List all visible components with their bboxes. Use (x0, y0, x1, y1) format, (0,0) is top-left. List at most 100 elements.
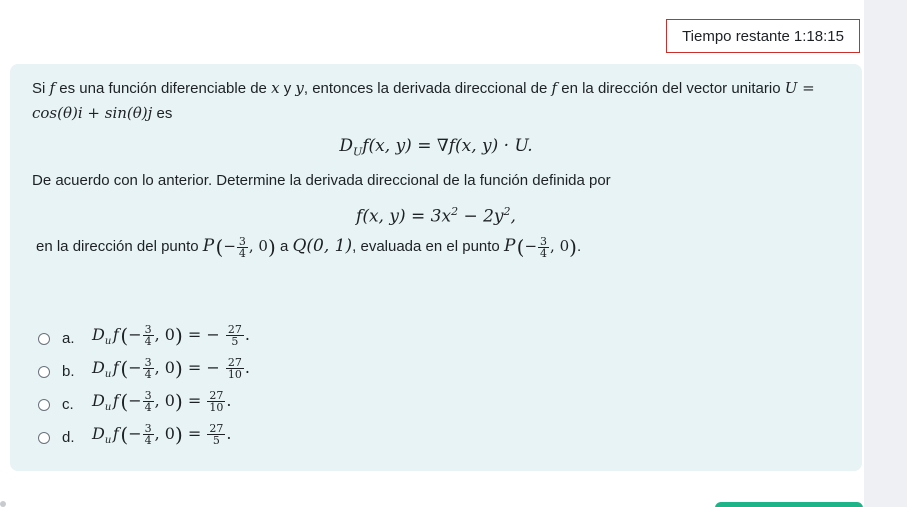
opt-f: f (112, 324, 119, 344)
option-letter: a. (62, 329, 75, 347)
quiz-page: Tiempo restante 1:18:15 Si f es una func… (0, 0, 907, 507)
symbol-y: y (295, 79, 304, 97)
opt-point-frac: 34 (142, 355, 154, 381)
option-expression: Du f (− 3 4, 0) = − 27 5. (92, 323, 250, 354)
opt-D: D (92, 357, 105, 377)
point-p-2: P (503, 236, 516, 256)
option-expression: Du f (− 3 4, 0) = 27 5. (92, 422, 231, 453)
opt-D: D (92, 423, 105, 443)
opt-pf-num: 3 (144, 322, 152, 336)
opt-sign: = (187, 423, 202, 443)
opt-val-den: 10 (225, 367, 244, 381)
opt-val-num: 27 (209, 421, 224, 435)
opt-val-den: 5 (225, 334, 244, 347)
opt-D: D (92, 390, 105, 410)
opt-minus: − (128, 357, 142, 377)
fraction-3-4-b: 34 (538, 234, 550, 259)
option-a[interactable]: a. Du f (− 3 4, 0) = − 27 5. (38, 322, 250, 355)
opt-pf-den: 4 (142, 334, 154, 348)
radio-button-a[interactable] (38, 332, 50, 345)
opt-pf-den: 4 (142, 433, 154, 447)
intro-text-5: es (152, 105, 173, 122)
function-mid: − 2y (458, 206, 504, 227)
radio-button-c[interactable] (38, 398, 50, 411)
direction-text-2: a (275, 238, 293, 255)
next-page-button[interactable] (715, 502, 863, 507)
opt-value-frac: 27 5 (225, 322, 244, 347)
direction-text-1: en la dirección del punto (36, 238, 203, 255)
function-end: , (510, 206, 516, 227)
intro-conj: y (279, 80, 296, 97)
opt-comma-zero: , 0 (154, 324, 175, 344)
opt-f: f (112, 423, 119, 443)
option-d[interactable]: d. Du f (− 3 4, 0) = 27 5. (38, 421, 250, 454)
opt-sub: u (104, 336, 112, 348)
opt-minus: − (128, 423, 142, 443)
option-c[interactable]: c. Du f (− 3 4, 0) = 27 10. (38, 388, 250, 421)
opt-period: . (244, 357, 250, 377)
intro-text-3: , entonces la derivada direccional de (303, 80, 552, 97)
opt-value-frac: 27 10 (225, 355, 244, 381)
opt-minus: − (128, 324, 142, 344)
opt-comma-zero: , 0 (154, 357, 175, 377)
point-p: P (202, 236, 215, 256)
opt-val-den: 10 (207, 400, 226, 414)
opt-comma-zero: , 0 (154, 390, 175, 410)
opt-val-num: 27 (209, 388, 224, 402)
formula-rest: f(x, y) = ∇f(x, y) · U. (362, 136, 533, 156)
exp-y: 2 (503, 205, 511, 218)
symbol-x: x (271, 79, 280, 97)
minus-sign: − (223, 237, 236, 255)
time-remaining-box: Tiempo restante 1:18:15 (666, 19, 860, 53)
radio-button-d[interactable] (38, 431, 50, 444)
opt-sign: = (187, 390, 202, 410)
opt-D: D (92, 324, 105, 344)
option-letter: c. (62, 395, 74, 413)
scrollbar-handle[interactable] (0, 501, 6, 507)
opt-val-den: 5 (207, 433, 226, 446)
opt-pf-num: 3 (144, 421, 152, 435)
radio-button-b[interactable] (38, 365, 50, 378)
opt-sign: = − (187, 357, 220, 377)
opt-value-frac: 27 5 (207, 421, 226, 446)
opt-pf-num: 3 (144, 388, 152, 402)
fraction-num-b: 3 (540, 234, 548, 248)
comma-zero: , 0 (248, 237, 268, 255)
option-expression: Du f (− 3 4, 0) = − 27 10. (92, 356, 250, 387)
opt-paren-close: ) (174, 389, 183, 414)
question-card: Si f es una función diferenciable de x y… (10, 64, 862, 471)
function-definition: f(x, y) = 3x2 − 2y2, (10, 200, 862, 229)
opt-val-num: 27 (227, 355, 242, 369)
minus-sign-2: − (524, 237, 538, 255)
right-drawer-strip (864, 0, 907, 507)
timer-value: 1:18:15 (793, 27, 844, 45)
opt-paren-close: ) (174, 323, 183, 348)
opt-sub: u (104, 402, 112, 414)
timer-label: Tiempo restante (682, 27, 790, 45)
opt-point-frac: 34 (142, 322, 154, 348)
intro-text-2: es una función diferenciable de (55, 80, 272, 97)
opt-sign: = − (187, 324, 220, 344)
fraction-3-4: 34 (236, 236, 248, 259)
option-b[interactable]: b. Du f (− 3 4, 0) = − 27 10. (38, 355, 250, 388)
intro-text-1: Si (32, 80, 50, 97)
exp-x: 2 (451, 205, 459, 218)
opt-minus: − (128, 390, 142, 410)
point-q: Q(0, 1) (292, 236, 353, 256)
opt-val-num: 27 (227, 322, 242, 336)
paren-close-2: ) (569, 235, 577, 260)
paren-close: ) (267, 235, 276, 260)
opt-f: f (112, 390, 119, 410)
function-lhs: f(x, y) = 3x (356, 206, 452, 227)
opt-paren-close: ) (174, 422, 183, 447)
option-expression: Du f (− 3 4, 0) = 27 10. (92, 389, 231, 420)
opt-pf-num: 3 (144, 355, 152, 369)
question-direction: en la dirección del punto P (− 3 4, 0) a Q… (36, 234, 836, 259)
option-letter: d. (62, 428, 75, 446)
question-instruction: De acuerdo con lo anterior. Determine la… (32, 172, 611, 189)
opt-sub: u (104, 435, 112, 447)
comma-zero-2: , 0 (550, 237, 570, 255)
formula-sub: U (352, 145, 363, 159)
opt-pf-den: 4 (142, 367, 154, 381)
opt-pf-den: 4 (142, 400, 154, 414)
